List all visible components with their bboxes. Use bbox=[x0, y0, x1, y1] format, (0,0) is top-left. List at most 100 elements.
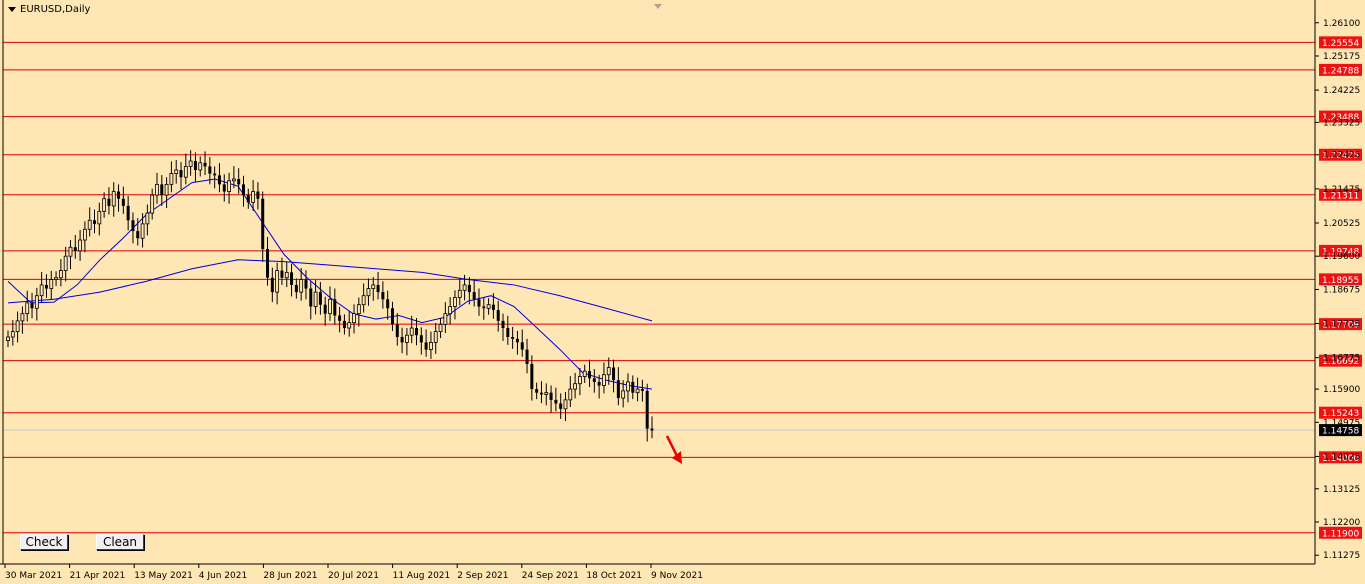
candle-body-bear bbox=[386, 299, 390, 309]
candle bbox=[270, 267, 274, 303]
candle-body-bull bbox=[63, 255, 68, 271]
candle-body-bull bbox=[602, 374, 606, 386]
candle bbox=[145, 204, 150, 236]
candle bbox=[506, 315, 510, 345]
candle-body-bear bbox=[338, 315, 342, 321]
candle-body-bull bbox=[188, 160, 193, 167]
clean-button[interactable]: Clean bbox=[96, 534, 144, 550]
candle bbox=[578, 367, 582, 396]
candle bbox=[164, 177, 169, 209]
candle-body-bull bbox=[10, 331, 15, 338]
candle-body-bear bbox=[304, 279, 308, 289]
candle-body-bull bbox=[284, 271, 289, 279]
candle-body-bear bbox=[419, 335, 423, 343]
candle-body-bear bbox=[136, 231, 140, 239]
candle bbox=[73, 235, 77, 259]
levels-layer: 1.255541.247881.234881.224251.213111.197… bbox=[3, 36, 1362, 539]
candle-body-bear bbox=[645, 390, 649, 429]
candle bbox=[530, 355, 534, 401]
candle bbox=[342, 314, 346, 335]
candle-body-bear bbox=[381, 292, 385, 300]
candle bbox=[294, 278, 298, 299]
candle-body-bull bbox=[97, 210, 102, 225]
candle-body-bull bbox=[582, 370, 587, 377]
candle-body-bear bbox=[588, 371, 592, 379]
candle-body-bull bbox=[361, 295, 366, 306]
y-tick-label: 1.16775 bbox=[1323, 354, 1360, 364]
level-label: 1.11900 bbox=[1322, 529, 1359, 539]
candle-body-bear bbox=[530, 363, 534, 390]
candle-body-bear bbox=[467, 284, 471, 293]
candle bbox=[131, 212, 135, 244]
candle bbox=[559, 393, 563, 419]
x-tick-label: 30 Mar 2021 bbox=[5, 571, 62, 581]
candle-body-bull bbox=[49, 279, 54, 289]
candle bbox=[266, 236, 270, 286]
candle-body-bear bbox=[208, 166, 212, 174]
candle bbox=[588, 359, 592, 387]
candle bbox=[568, 376, 573, 408]
y-tick-label: 1.19600 bbox=[1323, 252, 1360, 262]
candle bbox=[150, 188, 155, 220]
x-tick-label: 4 Jun 2021 bbox=[199, 571, 247, 581]
candle-body-bull bbox=[486, 304, 491, 309]
candle-body-bear bbox=[640, 389, 644, 391]
candle bbox=[347, 311, 352, 337]
candle bbox=[160, 175, 164, 206]
candle-body-bear bbox=[160, 184, 164, 196]
candle bbox=[645, 383, 649, 442]
candle-body-bull bbox=[231, 178, 236, 182]
candle-body-bear bbox=[93, 220, 97, 224]
candle bbox=[198, 156, 203, 177]
candle bbox=[650, 416, 654, 439]
candle-body-bull bbox=[25, 302, 30, 315]
candle bbox=[356, 297, 361, 327]
candle-body-bull bbox=[429, 342, 433, 350]
candle bbox=[395, 312, 399, 346]
candle-body-bear bbox=[107, 198, 111, 206]
x-tick-label: 24 Sep 2021 bbox=[522, 571, 579, 581]
candle bbox=[520, 329, 524, 357]
candle bbox=[155, 172, 159, 204]
candle-body-bear bbox=[318, 292, 322, 305]
candle bbox=[535, 382, 539, 400]
candle-body-bear bbox=[126, 205, 130, 221]
candle-body-bull bbox=[356, 304, 361, 315]
candle bbox=[117, 184, 121, 212]
candle-body-bear bbox=[261, 198, 265, 250]
candle bbox=[361, 283, 366, 313]
candle bbox=[366, 278, 371, 306]
candle-body-bull bbox=[313, 291, 318, 307]
candle-body-bull bbox=[54, 277, 58, 280]
candle-body-bear bbox=[511, 337, 515, 339]
candle-body-bear bbox=[395, 324, 399, 338]
candle bbox=[179, 162, 183, 190]
chevron-down-icon[interactable] bbox=[8, 7, 16, 12]
y-tick-label: 1.13125 bbox=[1323, 485, 1360, 495]
candle bbox=[424, 329, 428, 357]
candle bbox=[15, 311, 20, 343]
candle-body-bear bbox=[323, 304, 327, 314]
candle bbox=[25, 290, 30, 322]
candle-body-bear bbox=[549, 392, 553, 400]
x-tick-label: 11 Aug 2021 bbox=[393, 571, 451, 581]
candle bbox=[87, 207, 92, 237]
candle bbox=[261, 191, 265, 262]
candle-body-bull bbox=[39, 284, 44, 297]
candle-body-bear bbox=[44, 284, 48, 289]
candle bbox=[34, 287, 39, 321]
candle-body-bear bbox=[496, 310, 500, 321]
check-button[interactable]: Check bbox=[20, 534, 68, 550]
candle bbox=[318, 282, 322, 315]
chart: 1.25554 1.24788 1.23488 1.22425 1.21311 1.197… bbox=[0, 0, 1365, 584]
symbol-label[interactable]: EURUSD,Daily bbox=[8, 4, 90, 15]
candle-body-bear bbox=[592, 378, 596, 382]
candle-body-bull bbox=[102, 198, 107, 212]
candle-body-bull bbox=[443, 313, 448, 325]
x-tick-label: 21 Apr 2021 bbox=[70, 571, 126, 581]
candle bbox=[183, 153, 188, 185]
candle bbox=[612, 359, 616, 393]
candle-body-bear bbox=[131, 220, 135, 232]
level-label: 1.24788 bbox=[1322, 66, 1359, 76]
candle-body-bear bbox=[482, 306, 486, 309]
